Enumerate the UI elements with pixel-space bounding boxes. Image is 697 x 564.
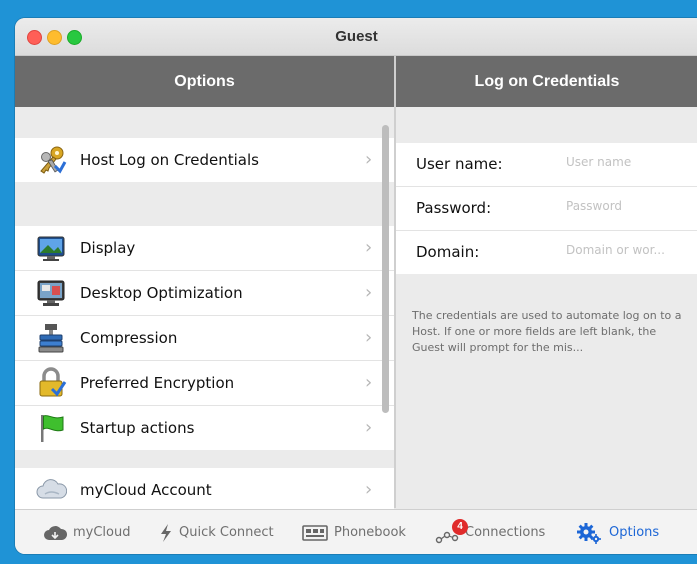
cloud-icon xyxy=(36,479,67,499)
lock-icon xyxy=(39,367,67,397)
option-host-log-on-credentials[interactable]: Host Log on Credentials › xyxy=(15,138,394,182)
window-title: Guest xyxy=(335,28,378,45)
options-group-1: Host Log on Credentials › xyxy=(15,138,394,182)
password-label: Password: xyxy=(416,199,492,217)
tab-label: Quick Connect xyxy=(179,525,274,540)
option-label: Compression xyxy=(80,329,178,347)
lightning-icon xyxy=(161,523,171,542)
password-input[interactable] xyxy=(566,199,691,213)
username-row: User name: xyxy=(396,143,697,187)
tab-quick-connect[interactable]: Quick Connect xyxy=(159,510,274,554)
guest-window: Guest Options Log on Credentials Host Lo… xyxy=(15,18,697,554)
options-header: Options xyxy=(15,56,394,107)
connections-badge: 4 xyxy=(452,518,468,535)
username-label: User name: xyxy=(416,155,503,173)
cloud-icon xyxy=(44,525,67,540)
options-group-3: myCloud Account › xyxy=(15,468,394,512)
option-label: Desktop Optimization xyxy=(80,284,243,302)
option-preferred-encryption[interactable]: Preferred Encryption › xyxy=(15,361,394,406)
chevron-right-icon: › xyxy=(365,417,373,438)
username-input[interactable] xyxy=(566,155,691,169)
credentials-note: The credentials are used to automate log… xyxy=(412,309,682,354)
options-scrollbar[interactable] xyxy=(382,125,389,413)
option-label: Display xyxy=(80,239,136,257)
option-startup-actions[interactable]: Startup actions › xyxy=(15,406,394,450)
display-icon xyxy=(37,236,65,261)
chevron-right-icon: › xyxy=(365,149,373,170)
option-mycloud-account[interactable]: myCloud Account › xyxy=(15,468,394,512)
option-label: Startup actions xyxy=(80,419,195,437)
domain-row: Domain: xyxy=(396,231,697,274)
chevron-right-icon: › xyxy=(365,479,373,500)
gear-icon xyxy=(577,522,601,544)
credentials-header: Log on Credentials xyxy=(396,56,697,107)
chevron-right-icon: › xyxy=(365,237,373,258)
tab-options[interactable]: Options xyxy=(575,510,659,554)
tab-bar: myCloud Quick Connect Phonebook 4 Connec… xyxy=(15,509,697,554)
compression-icon xyxy=(38,324,64,353)
option-desktop-optimization[interactable]: Desktop Optimization › xyxy=(15,271,394,316)
tab-connections[interactable]: 4 Connections xyxy=(435,510,545,554)
desktop-icon xyxy=(37,280,65,306)
options-group-2: Display › Desktop Optimization › Compres… xyxy=(15,226,394,450)
tab-label: myCloud xyxy=(73,525,131,540)
credentials-pane: User name: Password: Domain: The credent… xyxy=(396,107,697,508)
connections-icon-wrap: 4 xyxy=(435,518,468,544)
tab-mycloud[interactable]: myCloud xyxy=(43,510,131,554)
tab-label: Connections xyxy=(465,525,546,540)
tab-phonebook[interactable]: Phonebook xyxy=(302,510,406,554)
chevron-right-icon: › xyxy=(365,372,373,393)
option-label: myCloud Account xyxy=(80,481,212,499)
option-label: Preferred Encryption xyxy=(80,374,235,392)
phonebook-icon xyxy=(302,524,328,541)
options-list: Host Log on Credentials › Display › Desk… xyxy=(15,107,394,512)
tab-label: Options xyxy=(609,525,660,540)
option-display[interactable]: Display › xyxy=(15,226,394,271)
titlebar: Guest xyxy=(15,18,697,56)
keys-icon xyxy=(40,146,67,174)
tab-label: Phonebook xyxy=(334,525,406,540)
domain-input[interactable] xyxy=(566,243,691,257)
password-row: Password: xyxy=(396,187,697,231)
domain-label: Domain: xyxy=(416,243,480,261)
option-compression[interactable]: Compression › xyxy=(15,316,394,361)
credentials-form: User name: Password: Domain: xyxy=(396,143,697,274)
flag-icon xyxy=(41,415,64,442)
chevron-right-icon: › xyxy=(365,327,373,348)
option-label: Host Log on Credentials xyxy=(80,151,259,169)
chevron-right-icon: › xyxy=(365,282,373,303)
